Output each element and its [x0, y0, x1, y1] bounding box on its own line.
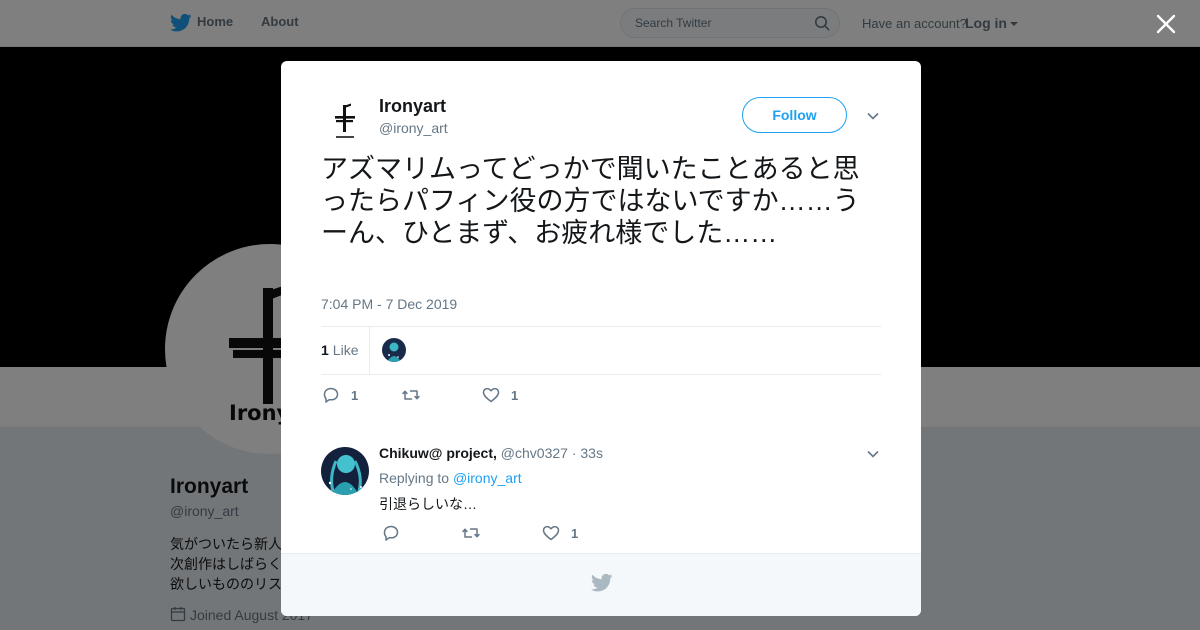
- reply-text: 引退らしいな…: [379, 496, 477, 512]
- heart-icon: [482, 387, 500, 403]
- like-action[interactable]: 1: [541, 523, 578, 543]
- tweet-text: アズマリムってどっかで聞いたことあると思ったらパフィン役の方ではないですか……う…: [321, 154, 860, 248]
- close-icon[interactable]: [1156, 14, 1176, 34]
- liker-avatar[interactable]: [382, 338, 406, 362]
- reply-header: Chikuw@ project, @chv0327 · 33s: [379, 445, 603, 461]
- replying-to-link[interactable]: @irony_art: [453, 470, 522, 486]
- reply-avatar-image: [321, 447, 369, 495]
- tweet-modal: Ironyart @irony_art Follow アズマリムってどっかで聞い…: [281, 61, 921, 616]
- author-avatar[interactable]: [321, 97, 369, 145]
- liker-avatar-image: [382, 338, 406, 362]
- replying-prefix: Replying to: [379, 470, 450, 486]
- likes-number: 1: [321, 342, 329, 358]
- retweet-icon: [402, 390, 420, 400]
- divider: [369, 327, 370, 374]
- like-action[interactable]: 1: [481, 385, 518, 405]
- retweet-icon: [462, 528, 480, 538]
- reply-age[interactable]: · 33s: [572, 445, 603, 461]
- reply-action[interactable]: [381, 523, 411, 543]
- reply-author-handle[interactable]: @chv0327: [501, 445, 568, 461]
- like-count: 1: [511, 387, 519, 403]
- retweet-action[interactable]: [461, 523, 491, 543]
- heart-icon: [542, 525, 560, 541]
- reply-actions: 1: [381, 523, 681, 543]
- likes-count-link[interactable]: 1 Like: [321, 342, 358, 358]
- chevron-down-icon[interactable]: [866, 447, 880, 461]
- tweet-timestamp[interactable]: 7:04 PM - 7 Dec 2019: [321, 296, 457, 312]
- reply-author-avatar[interactable]: [321, 447, 369, 495]
- like-count: 1: [571, 525, 579, 541]
- modal-footer: [281, 553, 921, 616]
- likes-summary: 1 Like: [321, 326, 881, 375]
- reply-author-name[interactable]: Chikuw@ project,: [379, 445, 497, 461]
- replying-to: Replying to @irony_art: [379, 470, 522, 486]
- likes-label: Like: [332, 342, 359, 358]
- reply-count: 1: [351, 387, 359, 403]
- follow-button[interactable]: Follow: [742, 97, 847, 133]
- twitter-bird-icon: [591, 573, 613, 592]
- author-name[interactable]: Ironyart: [379, 96, 446, 117]
- chevron-down-icon[interactable]: [866, 109, 880, 123]
- reply-action[interactable]: 1: [321, 385, 358, 405]
- reply-icon: [323, 387, 339, 403]
- reply-icon: [383, 525, 399, 541]
- retweet-action[interactable]: [401, 385, 431, 405]
- ironyart-logo-icon: [335, 103, 355, 138]
- author-handle[interactable]: @irony_art: [379, 120, 448, 136]
- tweet-actions: 1 1: [321, 385, 621, 405]
